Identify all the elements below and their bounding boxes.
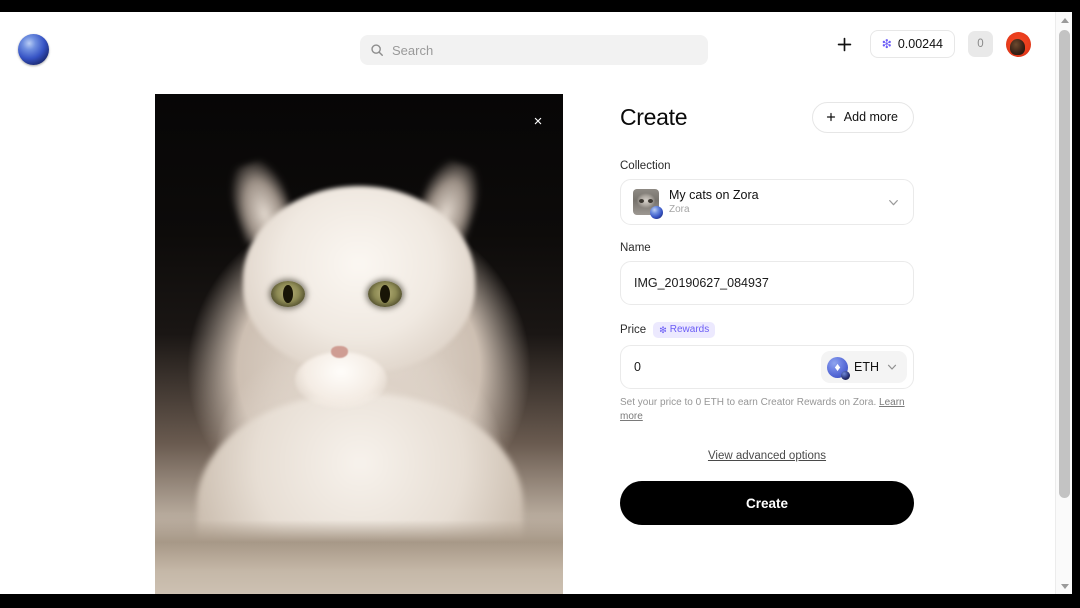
collection-text: My cats on Zora Zora xyxy=(669,188,876,217)
rewards-badge-label: Rewards xyxy=(669,324,710,335)
chevron-down-icon xyxy=(886,195,901,210)
cat-face xyxy=(243,186,475,372)
notification-count-value: 0 xyxy=(977,38,984,50)
vertical-scrollbar[interactable] xyxy=(1055,12,1072,594)
floor-surface xyxy=(155,520,563,594)
rewards-badge: ❇ Rewards xyxy=(653,322,716,338)
eth-token-icon: ♦ xyxy=(827,356,850,380)
scrollbar-thumb[interactable] xyxy=(1059,30,1070,498)
collection-network: Zora xyxy=(669,204,690,216)
collection-thumbnail xyxy=(633,189,663,219)
letterbox-top xyxy=(0,0,1080,12)
cat-eye-left xyxy=(271,281,305,307)
zora-network-badge-icon xyxy=(650,206,663,219)
search-icon xyxy=(370,43,384,57)
zora-sphere-logo[interactable] xyxy=(18,34,49,65)
page-title: Create xyxy=(620,103,688,130)
collection-select[interactable]: My cats on Zora Zora xyxy=(620,179,914,225)
media-preview[interactable]: × xyxy=(155,94,563,594)
avatar[interactable] xyxy=(1006,31,1031,57)
cat-eye-right xyxy=(368,281,402,307)
scroll-down-arrow-icon[interactable] xyxy=(1056,578,1073,594)
search-bar[interactable] xyxy=(360,35,708,65)
price-field: Price ❇ Rewards ♦ ETH xyxy=(620,322,914,424)
sparkle-icon: ❇ xyxy=(881,37,892,51)
close-icon[interactable]: × xyxy=(527,110,549,132)
panel-header: Create Add more xyxy=(620,100,914,134)
price-label: Price xyxy=(620,324,647,336)
cat-nose xyxy=(331,346,348,358)
token-label: ETH xyxy=(854,360,879,374)
price-input[interactable] xyxy=(634,360,821,374)
create-panel: Create Add more Collection My cats on Zo… xyxy=(620,100,914,525)
chevron-down-icon xyxy=(885,360,899,374)
sparkle-small-icon: ❇ xyxy=(659,324,667,335)
plus-icon xyxy=(835,35,854,54)
collection-name: My cats on Zora xyxy=(669,187,759,202)
price-helper-message: Set your price to 0 ETH to earn Creator … xyxy=(620,397,877,408)
notification-count-badge[interactable]: 0 xyxy=(968,31,993,57)
browser-page: ❇ 0.00244 0 xyxy=(0,12,1063,594)
add-more-label: Add more xyxy=(843,110,898,124)
cat-muzzle xyxy=(295,352,387,408)
price-input-row: ♦ ETH xyxy=(620,345,914,389)
name-label: Name xyxy=(620,242,651,254)
search-input[interactable] xyxy=(392,42,698,58)
scroll-up-arrow-icon[interactable] xyxy=(1056,12,1073,28)
letterbox-bottom xyxy=(0,594,1080,608)
screen: ❇ 0.00244 0 xyxy=(0,0,1080,608)
header-actions: ❇ 0.00244 0 xyxy=(833,12,1031,76)
letterbox-right xyxy=(1072,0,1080,608)
collection-field: Collection My cats on Zora Zora xyxy=(620,160,914,225)
create-button[interactable]: Create xyxy=(620,481,914,525)
create-plus-button[interactable] xyxy=(833,32,857,56)
view-advanced-options-link[interactable]: View advanced options xyxy=(620,450,914,462)
name-input[interactable] xyxy=(620,261,914,305)
balance-chip[interactable]: ❇ 0.00244 xyxy=(869,30,955,58)
plus-small-icon xyxy=(825,111,837,123)
price-helper-text: Set your price to 0 ETH to earn Creator … xyxy=(620,396,914,424)
name-field: Name xyxy=(620,242,914,305)
add-more-button[interactable]: Add more xyxy=(811,101,914,133)
cat-photo-image xyxy=(155,94,563,594)
price-label-row: Price ❇ Rewards xyxy=(620,322,914,338)
close-glyph: × xyxy=(533,112,543,130)
balance-amount: 0.00244 xyxy=(897,37,943,51)
token-selector[interactable]: ♦ ETH xyxy=(821,351,907,383)
collection-label: Collection xyxy=(620,160,671,172)
app-header: ❇ 0.00244 0 xyxy=(0,12,1055,76)
